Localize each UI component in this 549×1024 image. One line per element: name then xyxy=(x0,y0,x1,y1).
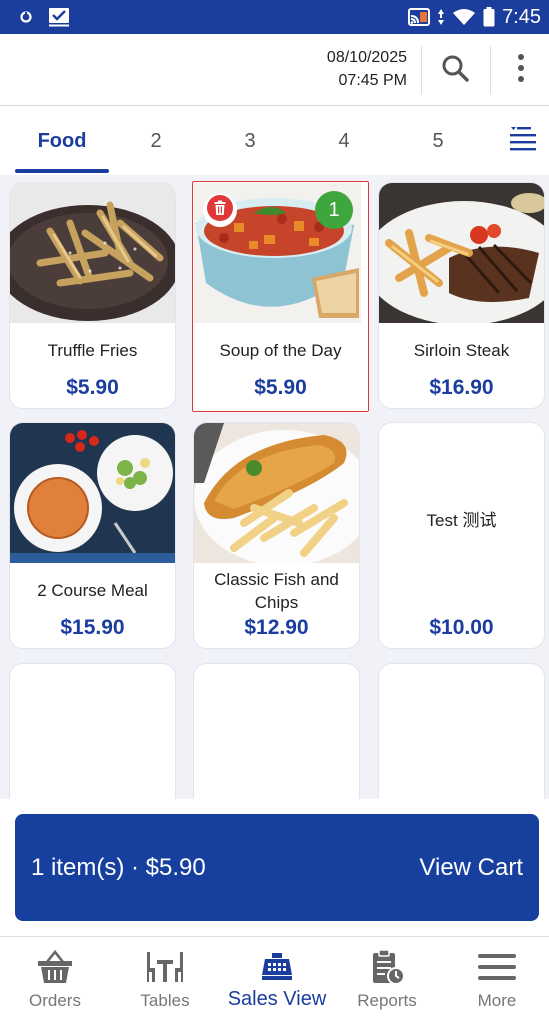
product-name: Classic Fish and Chips xyxy=(214,570,339,612)
nav-label: Reports xyxy=(357,991,417,1010)
product-price: $12.90 xyxy=(244,616,309,639)
product-card-empty[interactable] xyxy=(378,663,545,799)
product-price: $5.90 xyxy=(66,376,119,399)
cash-register-icon xyxy=(261,949,293,985)
list-filter-icon xyxy=(509,126,537,157)
clipboard-report-icon xyxy=(369,949,405,985)
more-vertical-icon xyxy=(517,53,525,88)
status-time: 7:45 xyxy=(502,5,541,28)
nav-label: Sales View xyxy=(227,988,327,1010)
nav-label: Tables xyxy=(140,991,190,1010)
tab-3[interactable]: 3 xyxy=(203,107,297,175)
header-divider xyxy=(421,46,422,94)
bottom-navigation: Orders Tables Sales View Reports More xyxy=(0,936,549,1024)
app-header: 08/10/2025 07:45 PM xyxy=(0,34,549,106)
hamburger-menu-icon xyxy=(477,949,517,985)
date-time-display: 08/10/2025 07:45 PM xyxy=(327,46,407,92)
tab-2[interactable]: 2 xyxy=(109,107,203,175)
quantity-badge: 1 xyxy=(315,191,353,229)
product-image-sirloin-steak xyxy=(379,183,544,323)
nav-tables[interactable]: Tables xyxy=(110,937,220,1024)
product-name: Soup of the Day xyxy=(219,341,342,360)
check-box-icon xyxy=(48,7,70,27)
tab-4[interactable]: 4 xyxy=(297,107,391,175)
product-card[interactable]: Test 测试 $10.00 xyxy=(378,422,545,649)
nav-label: Orders xyxy=(29,991,81,1010)
trash-icon xyxy=(207,194,233,226)
wifi-icon xyxy=(452,8,476,26)
category-menu-button[interactable] xyxy=(503,123,543,159)
nav-orders[interactable]: Orders xyxy=(0,937,110,1024)
nav-more[interactable]: More xyxy=(442,937,549,1024)
status-bar: 7:45 xyxy=(0,0,549,34)
product-card-selected[interactable]: 1 Soup of the Day $5.90 xyxy=(192,181,369,412)
product-price: $15.90 xyxy=(60,616,125,639)
product-image-truffle-fries xyxy=(10,183,175,323)
product-card[interactable]: Sirloin Steak $16.90 xyxy=(378,182,545,409)
product-card[interactable]: 2 Course Meal $15.90 xyxy=(9,422,176,649)
category-tabs: Food 2 3 4 5 xyxy=(0,107,549,175)
product-price: $5.90 xyxy=(254,376,307,399)
product-price: $16.90 xyxy=(429,376,494,399)
product-name: Truffle Fries xyxy=(47,341,138,360)
product-name: 2 Course Meal xyxy=(37,581,148,600)
search-button[interactable] xyxy=(432,48,478,92)
product-card[interactable]: Truffle Fries $5.90 xyxy=(9,182,176,409)
data-saver-icon xyxy=(20,11,32,23)
tab-food[interactable]: Food xyxy=(15,107,109,175)
product-image-fish-and-chips xyxy=(194,423,359,563)
cart-summary: 1 item(s) · $5.90 xyxy=(31,853,206,881)
nav-reports[interactable]: Reports xyxy=(332,937,442,1024)
product-image-course-meal xyxy=(10,423,175,563)
basket-icon xyxy=(37,949,73,985)
product-name: Test 测试 xyxy=(426,511,497,530)
data-arrows-icon xyxy=(437,8,445,26)
product-card[interactable]: Classic Fish and Chips $12.90 xyxy=(193,422,360,649)
header-divider xyxy=(490,46,491,94)
product-card-empty[interactable] xyxy=(193,663,360,799)
table-chairs-icon xyxy=(145,949,185,985)
cast-icon xyxy=(408,8,431,26)
nav-label: More xyxy=(477,991,517,1010)
product-grid: Truffle Fries $5.90 1 Soup of the Day $5… xyxy=(0,175,549,799)
tab-5[interactable]: 5 xyxy=(391,107,485,175)
nav-sales-view[interactable]: Sales View xyxy=(222,937,332,1024)
search-icon xyxy=(441,54,469,87)
product-name: Sirloin Steak xyxy=(413,341,510,360)
battery-icon xyxy=(483,7,495,27)
product-price: $10.00 xyxy=(429,616,494,639)
view-cart-bar[interactable]: 1 item(s) · $5.90 View Cart xyxy=(15,814,539,921)
more-options-button[interactable] xyxy=(500,48,542,92)
product-card-empty[interactable] xyxy=(9,663,176,799)
current-time: 07:45 PM xyxy=(338,72,407,89)
view-cart-button[interactable]: View Cart xyxy=(419,854,523,882)
current-date: 08/10/2025 xyxy=(326,49,407,66)
remove-item-button[interactable] xyxy=(203,193,237,227)
active-tab-indicator xyxy=(15,169,109,173)
